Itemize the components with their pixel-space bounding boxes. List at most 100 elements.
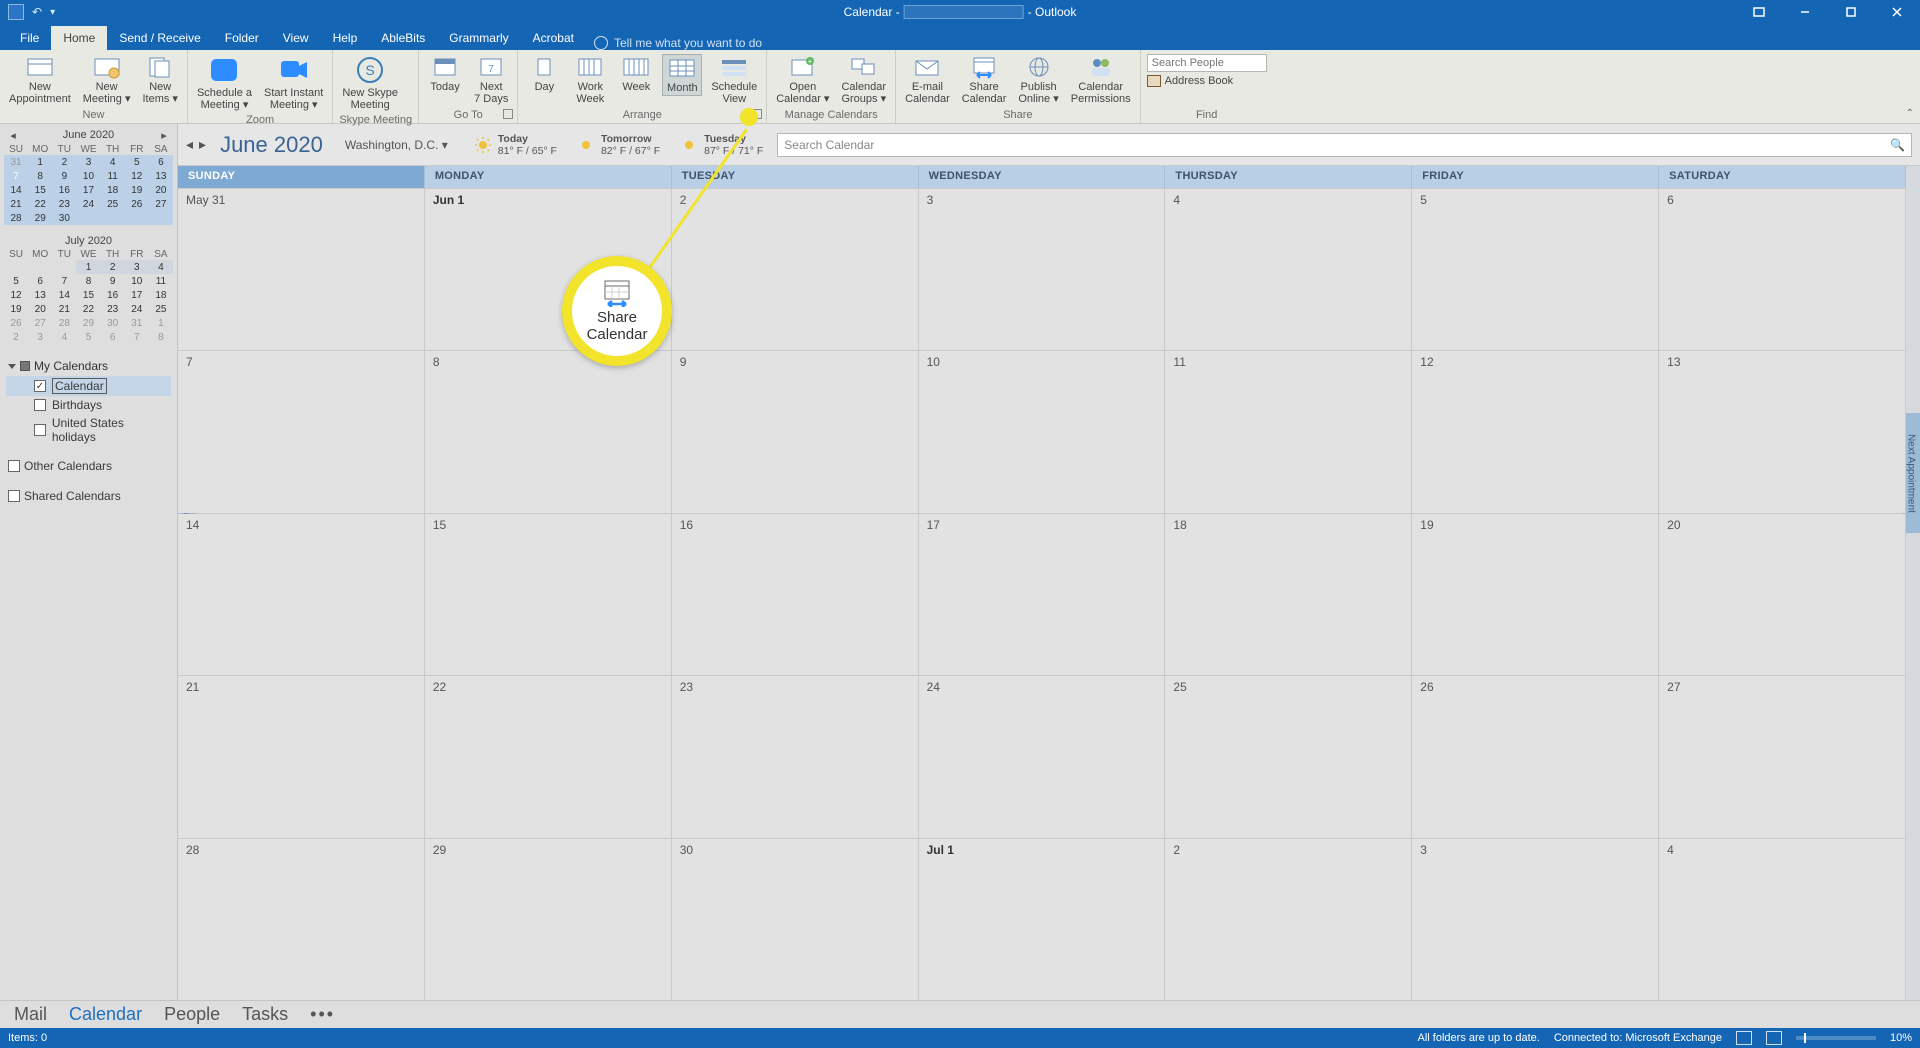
new-items-button[interactable]: New Items ▾ (139, 54, 180, 106)
address-book-button[interactable]: Address Book (1147, 75, 1267, 87)
work-week-view-button[interactable]: Work Week (570, 54, 610, 106)
mini-calendar-june[interactable]: 3112345678910111213141516171819202122232… (4, 155, 173, 225)
search-people-input[interactable] (1147, 54, 1267, 72)
reading-view-icon[interactable] (1766, 1031, 1782, 1045)
weather-today[interactable]: Today81° F / 65° F (474, 133, 557, 157)
tab-send-receive[interactable]: Send / Receive (107, 26, 212, 50)
start-instant-meeting-button[interactable]: Start Instant Meeting ▾ (261, 54, 326, 112)
calendar-item-us-holidays[interactable]: United States holidays (6, 414, 171, 446)
day-view-button[interactable]: Day (524, 54, 564, 94)
minimize-button[interactable] (1782, 0, 1828, 24)
day-cell[interactable]: 19 (1412, 514, 1659, 675)
today-button[interactable]: Today (425, 54, 465, 94)
publish-online-button[interactable]: Publish Online ▾ (1015, 54, 1061, 106)
day-cell[interactable]: 3 (1412, 839, 1659, 1000)
new-meeting-button[interactable]: New Meeting ▾ (80, 54, 134, 106)
search-calendar-input[interactable]: Search Calendar🔍 (777, 133, 1912, 157)
day-cell[interactable]: 5 (1412, 189, 1659, 350)
my-calendars-group[interactable]: My Calendars (6, 356, 171, 376)
day-cell[interactable]: 8 (425, 351, 672, 512)
schedule-meeting-button[interactable]: Schedule a Meeting ▾ (194, 54, 255, 112)
month-grid[interactable]: Previous Appointment Next Appointment Ma… (178, 188, 1920, 1000)
calendar-permissions-button[interactable]: Calendar Permissions (1068, 54, 1134, 106)
open-calendar-button[interactable]: +Open Calendar ▾ (773, 54, 832, 106)
next-period-button[interactable]: ▸ (199, 136, 206, 153)
day-cell[interactable]: 21 (178, 676, 425, 837)
day-cell[interactable]: 15 (425, 514, 672, 675)
day-cell[interactable]: 24 (919, 676, 1166, 837)
day-cell[interactable]: 23 (672, 676, 919, 837)
calendar-groups-button[interactable]: Calendar Groups ▾ (838, 54, 889, 106)
calendar-item-calendar[interactable]: ✓Calendar (6, 376, 171, 396)
week-view-button[interactable]: Week (616, 54, 656, 94)
tab-ablebits[interactable]: AbleBits (369, 26, 437, 50)
new-skype-meeting-button[interactable]: SNew Skype Meeting (339, 54, 401, 112)
next-7-days-button[interactable]: 7Next 7 Days (471, 54, 511, 106)
normal-view-icon[interactable] (1736, 1031, 1752, 1045)
day-cell[interactable]: 13 (1659, 351, 1906, 512)
day-cell[interactable]: 20 (1659, 514, 1906, 675)
month-view-button[interactable]: Month (662, 54, 702, 96)
day-cell[interactable]: May 31 (178, 189, 425, 350)
day-cell[interactable]: 7 (178, 351, 425, 512)
nav-tasks[interactable]: Tasks (242, 1004, 288, 1025)
day-cell[interactable]: 9 (672, 351, 919, 512)
day-cell[interactable]: 6 (1659, 189, 1906, 350)
tab-help[interactable]: Help (321, 26, 370, 50)
day-cell[interactable]: 11 (1165, 351, 1412, 512)
day-cell[interactable]: 25 (1165, 676, 1412, 837)
tab-view[interactable]: View (271, 26, 321, 50)
tab-home[interactable]: Home (51, 26, 107, 50)
day-cell[interactable]: 14 (178, 514, 425, 675)
dialog-launcher-icon[interactable] (503, 109, 513, 119)
day-cell[interactable]: 27 (1659, 676, 1906, 837)
day-cell[interactable]: 16 (672, 514, 919, 675)
day-cell[interactable]: 22 (425, 676, 672, 837)
nav-more-icon[interactable]: ••• (310, 1004, 335, 1025)
weather-tomorrow[interactable]: Tomorrow82° F / 67° F (577, 133, 660, 157)
email-calendar-button[interactable]: E-mail Calendar (902, 54, 953, 106)
tab-acrobat[interactable]: Acrobat (521, 26, 586, 50)
day-cell[interactable]: 26 (1412, 676, 1659, 837)
tab-grammarly[interactable]: Grammarly (437, 26, 520, 50)
ribbon-display-options-icon[interactable] (1736, 0, 1782, 24)
day-cell[interactable]: 3 (919, 189, 1166, 350)
maximize-button[interactable] (1828, 0, 1874, 24)
location-picker[interactable]: Washington, D.C. ▾ (345, 138, 448, 152)
weather-tuesday[interactable]: Tuesday87° F / 71° F (680, 133, 763, 157)
close-button[interactable] (1874, 0, 1920, 24)
nav-people[interactable]: People (164, 1004, 220, 1025)
navigation-pane: ◂ June 2020 ▸ SUMOTUWETHFRSA 31123456789… (0, 124, 178, 1000)
other-calendars-group[interactable]: Other Calendars (6, 456, 171, 476)
day-cell[interactable]: 4 (1165, 189, 1412, 350)
share-calendar-button[interactable]: Share Calendar (959, 54, 1010, 106)
prev-period-button[interactable]: ◂ (186, 136, 193, 153)
tab-file[interactable]: File (8, 26, 51, 50)
day-cell[interactable]: 2 (1165, 839, 1412, 1000)
qat-dropdown-icon[interactable]: ▾ (50, 7, 55, 18)
schedule-view-button[interactable]: Schedule View (708, 54, 760, 106)
day-cell[interactable]: Jul 1 (919, 839, 1166, 1000)
day-cell[interactable]: 29 (425, 839, 672, 1000)
day-cell[interactable]: 4 (1659, 839, 1906, 1000)
nav-mail[interactable]: Mail (14, 1004, 47, 1025)
day-cell[interactable]: 10 (919, 351, 1166, 512)
group-arrange-label: Arrange (524, 107, 760, 123)
mini-calendar-july[interactable]: 1234567891011121314151617181920212223242… (4, 260, 173, 344)
next-month-icon[interactable]: ▸ (157, 128, 171, 142)
day-cell[interactable]: 12 (1412, 351, 1659, 512)
day-cell[interactable]: 2 (672, 189, 919, 350)
day-cell[interactable]: 17 (919, 514, 1166, 675)
prev-month-icon[interactable]: ◂ (6, 128, 20, 142)
new-appointment-button[interactable]: New Appointment (6, 54, 74, 106)
day-cell[interactable]: 18 (1165, 514, 1412, 675)
tab-folder[interactable]: Folder (213, 26, 271, 50)
collapse-ribbon-icon[interactable]: ⌃ (1906, 108, 1914, 119)
undo-icon[interactable]: ↶ (32, 5, 42, 19)
day-cell[interactable]: 28 (178, 839, 425, 1000)
nav-calendar[interactable]: Calendar (69, 1004, 142, 1025)
calendar-item-birthdays[interactable]: Birthdays (6, 396, 171, 414)
tell-me-search[interactable]: Tell me what you want to do (594, 36, 762, 50)
shared-calendars-group[interactable]: Shared Calendars (6, 486, 171, 506)
day-cell[interactable]: 30 (672, 839, 919, 1000)
